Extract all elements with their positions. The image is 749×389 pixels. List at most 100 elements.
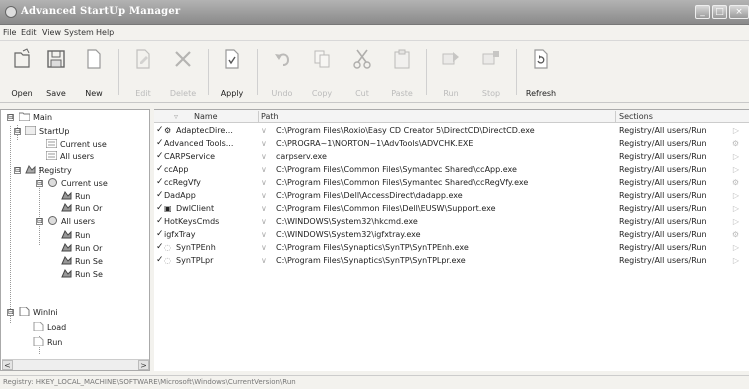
close-button[interactable]: × [729, 5, 749, 19]
enable-checkbox[interactable]: ✓ [156, 216, 164, 226]
tree-node-cu-run-once[interactable]: Run Or [61, 203, 102, 213]
column-header-name[interactable]: Name [194, 112, 218, 121]
list-row[interactable]: ✓ igfxTray ∨ C:\WINDOWS\System32\igfxtra… [154, 228, 749, 241]
tree-node-registry-all-users[interactable]: All users [47, 216, 95, 226]
menu-edit[interactable]: Edit [21, 28, 37, 37]
tree-expander[interactable]: ⊟ [7, 114, 14, 121]
tree-expander[interactable]: ⊟ [7, 309, 14, 316]
enable-checkbox[interactable]: ✓ [156, 151, 164, 161]
tree-expander[interactable]: ⊟ [36, 218, 43, 225]
title-bar[interactable]: Advanced StartUp Manager _ □ × [0, 0, 749, 25]
menu-help[interactable]: Help [96, 28, 114, 37]
tree-node-winini[interactable]: WinIni [19, 307, 58, 317]
maximize-button[interactable]: □ [712, 5, 727, 19]
list-row[interactable]: ✓ Advanced Tools... ∨ C:\PROGRA~1\NORTON… [154, 137, 749, 150]
undo-button[interactable]: Undo [262, 46, 302, 100]
edit-button[interactable]: Edit [123, 46, 163, 100]
scroll-left-arrow-icon[interactable]: < [2, 360, 13, 370]
enable-checkbox[interactable]: ✓ [156, 177, 164, 187]
tree-expander[interactable]: ⊟ [36, 180, 43, 187]
row-name: AdaptecDire... [176, 126, 233, 135]
list-icon [46, 139, 57, 148]
row-chevron-icon: ∨ [261, 178, 267, 187]
toolbar-separator [257, 49, 258, 95]
tree-node-winini-run[interactable]: Run [33, 337, 62, 347]
tree-node-registry-current-user[interactable]: Current use [47, 178, 108, 188]
list-row[interactable]: ✓ ⚙ AdaptecDire... ∨ C:\Program Files\Ro… [154, 124, 749, 137]
row-gear-icon: ⚙ [731, 139, 739, 148]
list-row[interactable]: ✓ DadApp ∨ C:\Program Files\Dell\AccessD… [154, 189, 749, 202]
scroll-right-arrow-icon[interactable]: > [138, 360, 149, 370]
tree-node-main[interactable]: Main [19, 112, 52, 122]
startup-items-list[interactable]: ▿ Name Path Sections ✓ ⚙ AdaptecDire... … [154, 109, 749, 371]
refresh-label: Refresh [525, 89, 557, 98]
row-name: ccApp [164, 165, 189, 174]
save-button[interactable]: Save [36, 46, 76, 100]
list-row[interactable]: ✓ ◌ SynTPLpr ∨ C:\Program Files\Synaptic… [154, 254, 749, 267]
toolbar-separator [208, 49, 209, 95]
column-divider[interactable] [258, 111, 259, 122]
column-header-path[interactable]: Path [261, 112, 279, 121]
registry-key-icon [61, 191, 72, 200]
column-header-sections[interactable]: Sections [619, 112, 653, 121]
tree-expander[interactable]: ⊟ [14, 167, 21, 174]
row-path: C:\PROGRA~1\NORTON~1\AdvTools\ADVCHK.EXE [276, 139, 474, 148]
tree-node-au-run-services-once[interactable]: Run Se [61, 269, 103, 279]
delete-button[interactable]: Delete [163, 46, 203, 100]
tree-node-startup-current-user[interactable]: Current use [46, 139, 107, 149]
row-arrow-icon: ▷ [732, 126, 739, 135]
enable-checkbox[interactable]: ✓ [156, 164, 164, 174]
refresh-button[interactable]: Refresh [521, 46, 561, 100]
list-row[interactable]: ✓ ccApp ∨ C:\Program Files\Common Files\… [154, 163, 749, 176]
registry-key-icon [61, 203, 72, 212]
enable-checkbox[interactable]: ✓ [156, 229, 164, 239]
stop-button[interactable]: Stop [471, 46, 511, 100]
row-path: C:\WINDOWS\System32\igfxtray.exe [276, 230, 421, 239]
copy-button[interactable]: Copy [302, 46, 342, 100]
enable-checkbox[interactable]: ✓ [156, 242, 164, 252]
tree-node-au-run[interactable]: Run [61, 230, 90, 240]
row-section: Registry/All users/Run [619, 152, 707, 161]
menu-view[interactable]: View [42, 28, 61, 37]
list-row[interactable]: ✓ ▣ DwlClient ∨ C:\Program Files\Common … [154, 202, 749, 215]
column-divider[interactable] [615, 111, 616, 122]
enable-checkbox[interactable]: ✓ [156, 203, 164, 213]
run-icon [442, 52, 459, 65]
row-path: C:\Program Files\Synaptics\SynTP\SynTPLp… [276, 256, 466, 265]
enable-checkbox[interactable]: ✓ [156, 125, 164, 135]
list-row[interactable]: ✓ ◌ SynTPEnh ∨ C:\Program Files\Synaptic… [154, 241, 749, 254]
tree-node-startup[interactable]: StartUp [25, 126, 69, 136]
tree-node-registry[interactable]: Registry [25, 165, 72, 175]
tree-node-winini-load[interactable]: Load [33, 322, 66, 332]
row-gear-icon: ⚙ [731, 178, 739, 187]
enable-checkbox[interactable]: ✓ [156, 255, 164, 265]
apply-button[interactable]: Apply [212, 46, 252, 100]
tree-node-label: All users [61, 217, 96, 226]
tree-horizontal-scrollbar[interactable]: < > [2, 359, 149, 370]
menu-file[interactable]: File [3, 28, 16, 37]
enable-checkbox[interactable]: ✓ [156, 190, 164, 200]
row-section: Registry/All users/Run [619, 139, 707, 148]
toolbar: Open Save New Edit Delete Apply Undo Cop… [0, 41, 749, 103]
menu-system[interactable]: System [64, 28, 94, 37]
list-row[interactable]: ✓ CARPService ∨ carpserv.exe Registry/Al… [154, 150, 749, 163]
minimize-button[interactable]: _ [695, 5, 710, 19]
tree-node-cu-run[interactable]: Run [61, 191, 90, 201]
list-row[interactable]: ✓ HotKeysCmds ∨ C:\WINDOWS\System32\hkcm… [154, 215, 749, 228]
list-row[interactable]: ✓ ccRegVfy ∨ C:\Program Files\Common Fil… [154, 176, 749, 189]
tree-panel[interactable]: ⊟ Main ⊟ StartUp Current use All users ⊟… [0, 109, 150, 371]
tree-node-au-run-services[interactable]: Run Se [61, 256, 103, 266]
tree-expander[interactable]: ⊟ [14, 128, 21, 135]
row-app-icon: ◌ [164, 243, 171, 252]
cut-button[interactable]: Cut [342, 46, 382, 100]
tree-node-startup-all-users[interactable]: All users [46, 151, 94, 161]
refresh-icon [534, 49, 548, 69]
stop-icon [482, 51, 499, 65]
tree-node-label: Run Se [75, 270, 103, 279]
enable-checkbox[interactable]: ✓ [156, 138, 164, 148]
new-button[interactable]: New [74, 46, 114, 100]
paste-button[interactable]: Paste [382, 46, 422, 100]
tree-node-au-run-once[interactable]: Run Or [61, 243, 102, 253]
registry-key-icon [61, 269, 72, 278]
run-button[interactable]: Run [431, 46, 471, 100]
